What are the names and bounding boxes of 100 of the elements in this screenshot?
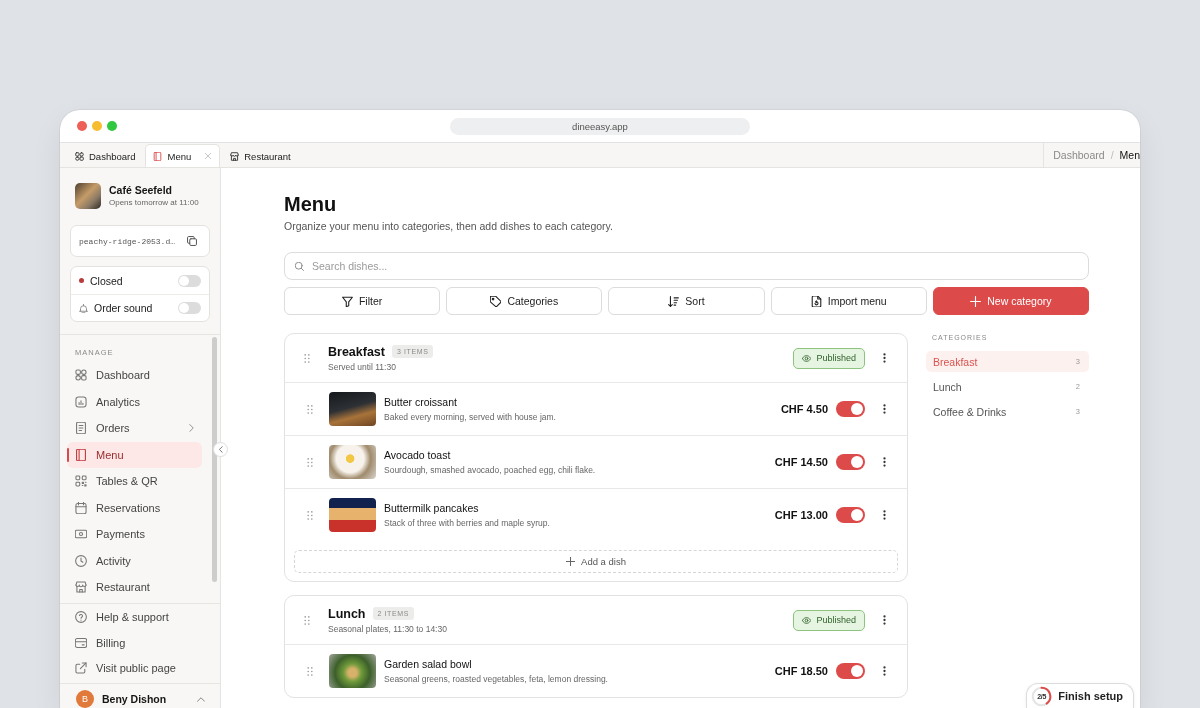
- scrollbar-thumb[interactable]: [212, 337, 217, 582]
- window-zoom-icon[interactable]: [107, 121, 117, 131]
- dish-name: Garden salad bowl: [384, 657, 473, 671]
- nav-item[interactable]: Billing: [67, 630, 202, 656]
- category-name: Breakfast: [328, 343, 385, 360]
- more-icon[interactable]: [883, 353, 886, 363]
- drag-handle-icon[interactable]: [304, 353, 310, 363]
- dish-description: Baked every morning, served with house jam.: [384, 411, 556, 423]
- copy-icon[interactable]: [187, 236, 197, 246]
- toolbar-button[interactable]: Import menu: [770, 287, 927, 315]
- public-link-text: peachy-ridge-2053.d…: [79, 236, 175, 246]
- availability-toggle[interactable]: [836, 454, 865, 470]
- nav-item[interactable]: Dashboard: [67, 362, 202, 389]
- drag-handle-icon[interactable]: [307, 404, 313, 414]
- nav-item[interactable]: Visit public page: [67, 655, 202, 681]
- availability-toggle[interactable]: [836, 507, 865, 523]
- window-minimize-icon[interactable]: [92, 121, 102, 131]
- search-field[interactable]: Search dishes...: [284, 252, 1089, 280]
- plus-icon: [970, 295, 982, 307]
- drag-handle-icon[interactable]: [304, 615, 310, 625]
- dish-name: Butter croissant: [384, 395, 458, 409]
- drag-handle-icon[interactable]: [307, 457, 313, 467]
- nav-item[interactable]: Orders: [67, 415, 202, 442]
- address-bar[interactable]: dineeasy.app: [450, 117, 750, 135]
- dish-price: CHF 18.50: [774, 665, 828, 677]
- more-icon[interactable]: [883, 404, 886, 414]
- toggle-switch[interactable]: [178, 274, 201, 287]
- calendar-icon: [75, 501, 87, 514]
- publish-status-button[interactable]: Published: [793, 609, 865, 631]
- plus-icon: [566, 557, 576, 566]
- grid-icon: [75, 369, 87, 382]
- availability-toggle[interactable]: [836, 401, 865, 417]
- dish-description: Sourdough, smashed avocado, poached egg, chili flake.: [384, 464, 596, 476]
- dish-photo: [329, 392, 376, 426]
- external-link-icon: [75, 662, 87, 675]
- switch-label: Order sound: [94, 302, 154, 314]
- browser-tab[interactable]: Menu: [145, 144, 221, 167]
- switch-label: Closed: [90, 274, 124, 287]
- sort-icon: [668, 295, 680, 307]
- nav-item[interactable]: Activity: [67, 547, 202, 574]
- publish-status-button[interactable]: Published: [793, 347, 865, 369]
- browser-tab[interactable]: Dashboard: [68, 145, 143, 167]
- page-title: Menu: [284, 192, 338, 216]
- nav-item[interactable]: Tables & QR: [67, 468, 202, 495]
- primary-action-button[interactable]: New category: [932, 287, 1089, 315]
- category-note: Seasonal plates, 11:30 to 14:30: [328, 623, 447, 635]
- nav-item[interactable]: Restaurant: [67, 574, 202, 601]
- status-dot-icon: [79, 278, 84, 283]
- drag-handle-icon[interactable]: [307, 510, 313, 520]
- nav-item[interactable]: Payments: [67, 521, 202, 548]
- venue-hours: Opens tomorrow at 11:00: [109, 197, 199, 208]
- close-icon[interactable]: [205, 153, 212, 159]
- clipboard-icon: [75, 422, 87, 435]
- dish-price: CHF 14.50: [774, 456, 828, 468]
- help-icon: [75, 611, 87, 624]
- more-icon[interactable]: [883, 615, 886, 625]
- dish-name: Buttermilk pancakes: [384, 501, 480, 515]
- toggle-switch[interactable]: [178, 302, 201, 314]
- credit-card-icon: [75, 636, 87, 649]
- dish-photo: [329, 654, 376, 688]
- venue-photo: [75, 183, 101, 209]
- window-close-icon[interactable]: [77, 121, 87, 131]
- more-icon[interactable]: [883, 666, 886, 676]
- venue-name: Café Seefeld: [109, 184, 174, 197]
- nav-item[interactable]: Analytics: [67, 388, 202, 415]
- bell-icon: [79, 303, 88, 313]
- store-icon: [230, 151, 240, 161]
- add-dish-button[interactable]: Add a dish: [294, 550, 898, 573]
- search-icon: [295, 261, 304, 271]
- availability-toggle[interactable]: [836, 663, 865, 679]
- dish-price: CHF 4.50: [780, 403, 828, 415]
- dish-photo: [329, 498, 376, 532]
- browser-tab[interactable]: Restaurant: [223, 145, 298, 167]
- dish-description: Seasonal greens, roasted vegetables, feta, lemon dressing.: [384, 673, 608, 685]
- chart-icon: [75, 395, 87, 408]
- qr-code-icon: [75, 475, 87, 488]
- nav-item[interactable]: Help & support: [67, 604, 202, 630]
- breadcrumb-separator: /: [1110, 149, 1114, 161]
- file-icon: [810, 295, 822, 307]
- drag-handle-icon[interactable]: [307, 666, 313, 676]
- more-icon[interactable]: [883, 457, 886, 467]
- dish-photo: [329, 445, 376, 479]
- nav-item[interactable]: Reservations: [67, 494, 202, 521]
- clock-icon: [75, 554, 87, 567]
- store-icon: [75, 581, 87, 594]
- filter-icon: [341, 295, 353, 307]
- toolbar-button[interactable]: Categories: [446, 287, 603, 315]
- dish-price: CHF 13.00: [774, 509, 828, 521]
- dish-name: Avocado toast: [384, 448, 452, 462]
- tag-icon: [490, 295, 502, 307]
- more-icon[interactable]: [883, 510, 886, 520]
- eye-icon: [802, 354, 812, 362]
- banknote-icon: [75, 528, 87, 541]
- toolbar-button[interactable]: Sort: [608, 287, 765, 315]
- chevron-left-icon: [218, 446, 223, 453]
- grid-icon: [75, 151, 84, 161]
- chevron-up-icon[interactable]: [197, 696, 205, 702]
- nav-item[interactable]: Menu: [67, 441, 202, 468]
- page-subtitle: Organize your menu into categories, then add dishes to each category.: [284, 219, 614, 233]
- toolbar-button[interactable]: Filter: [284, 287, 441, 315]
